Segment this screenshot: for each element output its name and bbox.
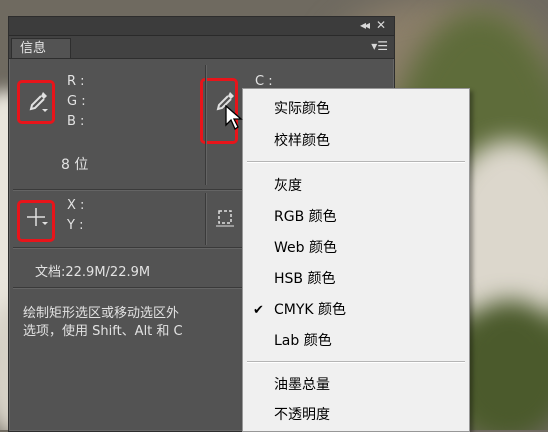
menu-item-cmyk-color[interactable]: ✔ CMYK 颜色 <box>243 295 469 326</box>
color-mode-menu: 实际颜色 校样颜色 灰度 RGB 颜色 Web 颜色 HSB 颜色 ✔ CMYK… <box>242 88 470 432</box>
highlight-xy <box>17 200 55 242</box>
menu-item-hsb-color[interactable]: HSB 颜色 <box>243 264 469 295</box>
x-label: X : <box>67 198 85 213</box>
document-size: 文档:22.9M/22.9M <box>35 265 151 280</box>
menu-separator <box>247 161 465 163</box>
selection-size-icon <box>216 210 234 227</box>
collapse-icon[interactable]: ◂◂ <box>360 18 370 32</box>
bit-depth: 8 位 <box>61 157 89 173</box>
rgb-g-label: G : <box>67 94 86 109</box>
rgb-r-label: R : <box>67 74 85 89</box>
menu-separator <box>247 361 465 363</box>
panel-tab-bar: 信息 ▾☰ <box>9 36 394 59</box>
hint-text-line2: 选项，使用 Shift、Alt 和 C <box>23 324 183 339</box>
menu-item-rgb-color[interactable]: RGB 颜色 <box>243 202 469 233</box>
menu-item-grayscale[interactable]: 灰度 <box>243 171 469 202</box>
rgb-b-label: B : <box>67 114 85 129</box>
highlight-rgb-sampler <box>17 80 55 124</box>
tab-info[interactable]: 信息 <box>11 38 71 58</box>
hint-text-line1: 绘制矩形选区或移动选区外 <box>23 306 180 321</box>
panel-title-bar: ◂◂ ✕ <box>9 17 394 36</box>
panel-menu-icon[interactable]: ▾☰ <box>371 39 388 53</box>
y-label: Y : <box>67 218 84 233</box>
mouse-cursor-icon <box>225 105 243 130</box>
menu-item-proof-color[interactable]: 校样颜色 <box>243 126 469 157</box>
close-icon[interactable]: ✕ <box>376 18 386 32</box>
divider <box>205 65 207 185</box>
divider <box>205 193 207 245</box>
menu-item-total-ink[interactable]: 油墨总量 <box>243 370 469 401</box>
menu-item-opacity[interactable]: 不透明度 <box>243 400 469 431</box>
menu-item-lab-color[interactable]: Lab 颜色 <box>243 326 469 357</box>
checkmark-icon: ✔ <box>253 303 264 318</box>
menu-item-actual-color[interactable]: 实际颜色 <box>243 94 469 125</box>
menu-item-web-color[interactable]: Web 颜色 <box>243 233 469 264</box>
